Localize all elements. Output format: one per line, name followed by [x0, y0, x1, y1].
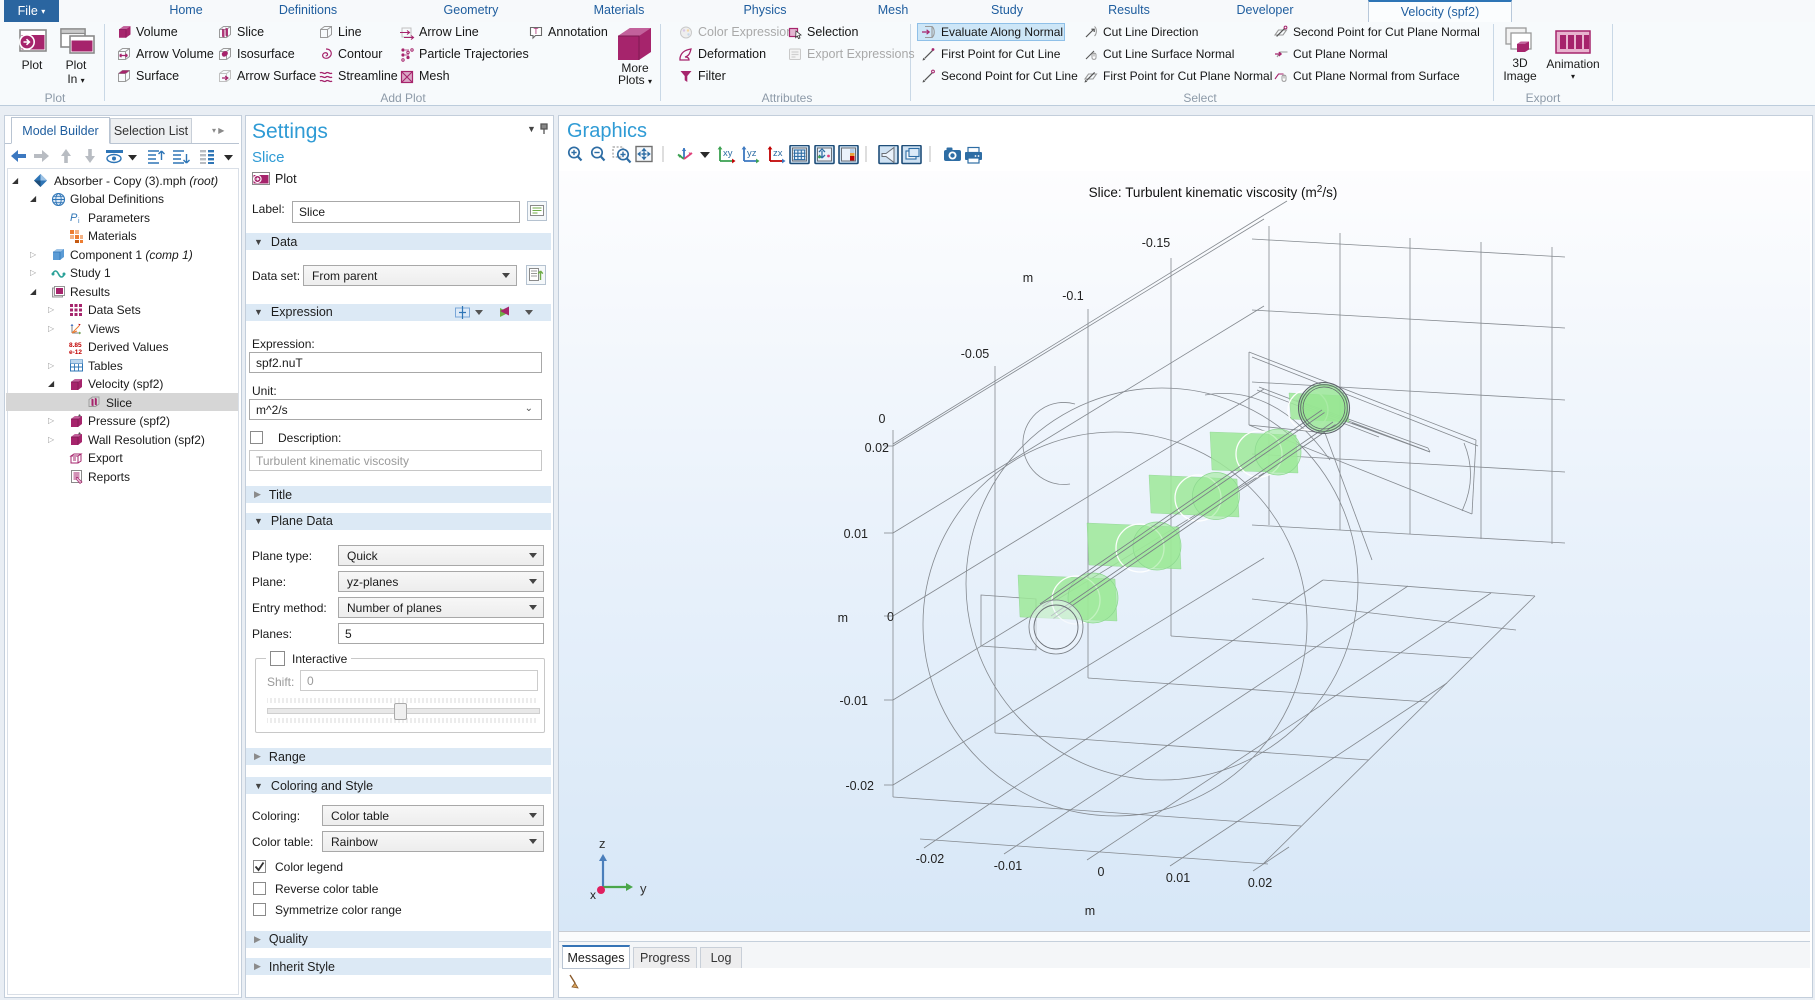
- svg-text:x: x: [590, 888, 596, 902]
- svg-text:m: m: [1085, 904, 1095, 918]
- svg-text:0.01: 0.01: [1166, 871, 1190, 885]
- svg-text:T: T: [534, 27, 539, 36]
- svg-text:0.01: 0.01: [844, 527, 868, 541]
- svg-text:-0.1: -0.1: [1062, 289, 1084, 303]
- svg-text:0: 0: [887, 610, 894, 624]
- svg-text:m: m: [1023, 271, 1033, 285]
- svg-text:0: 0: [1098, 865, 1105, 879]
- svg-text:e-12: e-12: [69, 349, 82, 355]
- svg-text:*: *: [78, 414, 81, 422]
- svg-text:*: *: [78, 432, 81, 440]
- svg-text:Slice: Turbulent kinematic vis: Slice: Turbulent kinematic viscosity (m2…: [1089, 184, 1338, 201]
- svg-text:P: P: [70, 212, 78, 224]
- svg-text:-0.15: -0.15: [1142, 236, 1171, 250]
- svg-text:z: z: [599, 836, 606, 851]
- svg-text:-0.02: -0.02: [846, 779, 875, 793]
- svg-text:zx: zx: [773, 148, 783, 159]
- svg-text:-0.01: -0.01: [994, 859, 1023, 873]
- svg-text:y: y: [640, 881, 647, 896]
- svg-text:0: 0: [879, 412, 886, 426]
- svg-text:m: m: [838, 611, 848, 625]
- svg-text:-0.02: -0.02: [916, 852, 945, 866]
- svg-text:yz: yz: [747, 148, 757, 159]
- svg-text:8.85: 8.85: [69, 342, 82, 349]
- svg-text:0.02: 0.02: [1248, 876, 1272, 890]
- svg-text:0.02: 0.02: [865, 441, 889, 455]
- svg-text:xy: xy: [723, 148, 733, 159]
- svg-text:i: i: [78, 218, 80, 225]
- svg-text:-0.05: -0.05: [961, 347, 990, 361]
- svg-text:-0.01: -0.01: [840, 694, 869, 708]
